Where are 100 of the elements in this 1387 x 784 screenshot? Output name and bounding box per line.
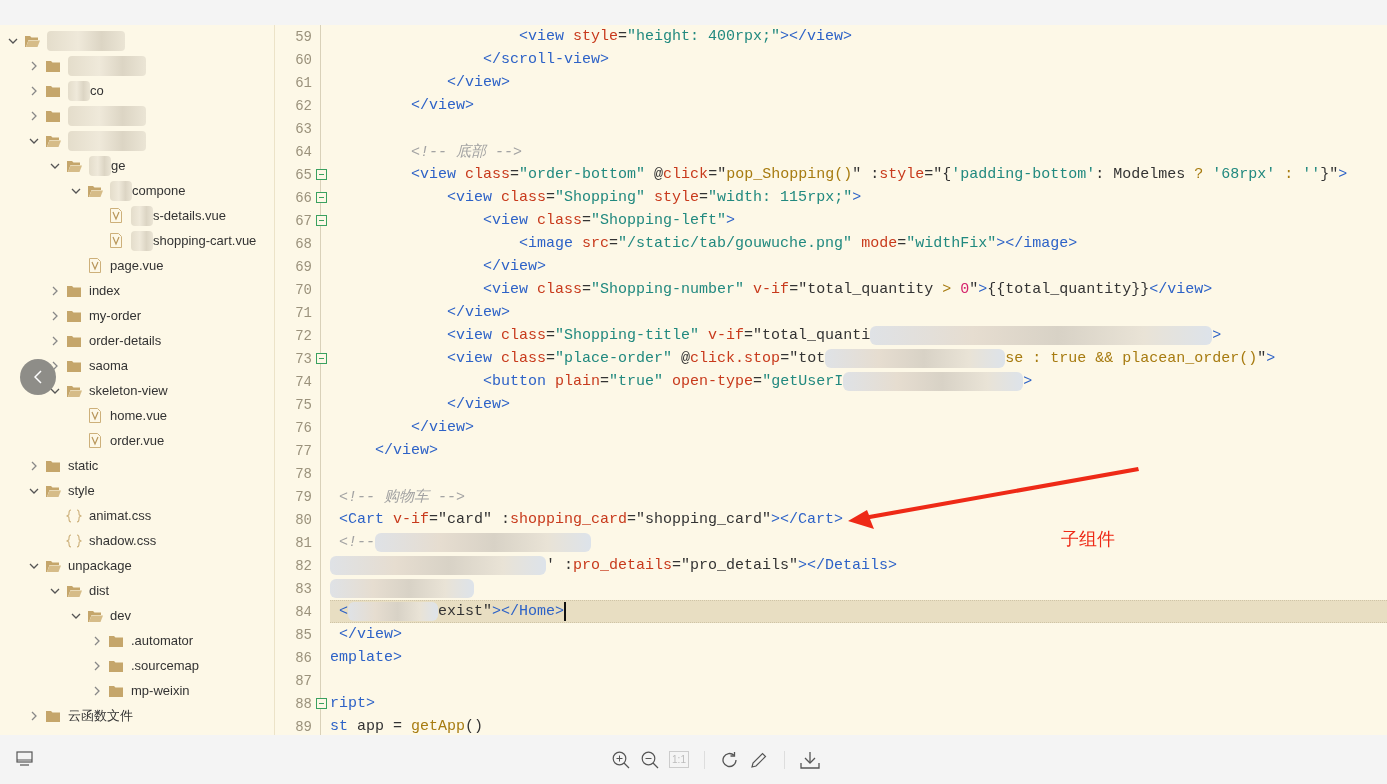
redacted-block	[110, 180, 132, 201]
code-line: <Cart v-if="card" :shopping_card="shopping_card"></Cart>	[338, 511, 844, 528]
folder-icon	[109, 684, 123, 697]
open-folder-icon	[87, 184, 103, 197]
tree-item[interactable]: unpackage	[0, 553, 274, 578]
code-text: >	[1212, 327, 1222, 344]
tree-item[interactable]: style	[0, 478, 274, 503]
zoom-out-button[interactable]	[640, 749, 661, 770]
vue-file-icon	[110, 233, 122, 248]
folder-icon	[46, 84, 60, 97]
code-line: <view style="height: 400rpx;"></view>	[518, 28, 853, 45]
chevron-down-icon	[50, 162, 60, 169]
folder-icon	[46, 459, 60, 472]
tree-item[interactable]: dist	[0, 578, 274, 603]
chevron-right-icon	[31, 710, 37, 721]
tree-item[interactable]: compone	[0, 178, 274, 203]
tree-item[interactable]: mp-weixin	[0, 678, 274, 703]
tree-item[interactable]: ge	[0, 153, 274, 178]
tree-item[interactable]: static	[0, 453, 274, 478]
chevron-right-icon	[94, 685, 100, 696]
chevron-right-icon	[31, 85, 37, 96]
line-number: 77	[294, 442, 312, 459]
line-number: 62	[294, 97, 312, 114]
tree-item[interactable]: dev	[0, 603, 274, 628]
open-folder-icon	[66, 584, 82, 597]
vue-file-icon	[89, 433, 101, 448]
fold-icon[interactable]	[315, 353, 327, 364]
folder-icon	[67, 359, 81, 372]
tree-item[interactable]: shadow.css	[0, 528, 274, 553]
folder-icon	[67, 334, 81, 347]
open-folder-icon	[45, 559, 61, 572]
chevron-right-icon	[31, 60, 37, 71]
line-number: 65	[294, 166, 312, 183]
tree-item[interactable]: order-details	[0, 328, 274, 353]
chevron-right-icon	[31, 110, 37, 121]
folder-icon	[46, 109, 60, 122]
line-number: 86	[294, 649, 312, 666]
download-button[interactable]	[799, 749, 820, 770]
chevron-down-icon	[29, 562, 39, 569]
line-number: 59	[294, 28, 312, 45]
css-file-icon	[66, 533, 82, 548]
code-line: ript>	[330, 695, 375, 712]
code-line: </view>	[446, 396, 511, 413]
tree-item[interactable]: 云函数文件	[0, 703, 274, 728]
folder-icon	[109, 634, 123, 647]
chevron-right-icon	[94, 660, 100, 671]
code-line: emplate>	[330, 649, 402, 666]
tree-item[interactable]: home.vue	[0, 403, 274, 428]
fold-icon[interactable]	[315, 169, 327, 180]
code-text: <view class="place-order" @click.stop="tot	[446, 350, 826, 367]
fold-icon[interactable]	[315, 215, 327, 226]
line-number: 76	[294, 419, 312, 436]
redacted-block	[131, 230, 153, 251]
code-line: <view class="Shopping-left">	[482, 212, 736, 229]
tree-item[interactable]: shopping-cart.vue	[0, 228, 274, 253]
tree-item[interactable]: order.vue	[0, 428, 274, 453]
chevron-down-icon	[8, 37, 18, 44]
code-line: <view class="order-bottom" @click="pop_Shopping()" :style="{'padding-bottom': Modelmes ? '68rpx' : ''}">	[410, 166, 1348, 183]
line-number: 69	[294, 258, 312, 275]
fold-icon[interactable]	[315, 698, 327, 709]
code-line: <!-- 购物车 -->	[338, 487, 465, 506]
fold-icon[interactable]	[315, 192, 327, 203]
tree-item[interactable]: page.vue	[0, 253, 274, 278]
chevron-down-icon	[71, 187, 81, 194]
line-number: 72	[294, 327, 312, 344]
line-number: 79	[294, 488, 312, 505]
tree-item[interactable]: animat.css	[0, 503, 274, 528]
folder-icon	[46, 59, 60, 72]
code-line: <!-- 底部 -->	[410, 142, 523, 161]
tree-item[interactable]: skeleton-view	[0, 378, 274, 403]
redacted-block	[89, 155, 111, 176]
open-folder-icon	[45, 134, 61, 147]
tree-item[interactable]: saoma	[0, 353, 274, 378]
zoom-in-button[interactable]	[611, 749, 632, 770]
redacted-block	[68, 80, 90, 101]
chevron-down-icon	[29, 487, 39, 494]
tree-item[interactable]: index	[0, 278, 274, 303]
code-text: <!--	[338, 534, 375, 551]
vue-file-icon	[110, 208, 122, 223]
line-number: 64	[294, 143, 312, 160]
line-number: 74	[294, 373, 312, 390]
chevron-right-icon	[31, 460, 37, 471]
code-line: <image src="/static/tab/gouwuche.png" mode="widthFix"></image>	[518, 235, 1078, 252]
folder-icon	[109, 659, 123, 672]
line-number: 87	[294, 672, 312, 689]
screen-icon[interactable]	[16, 751, 33, 766]
folder-icon	[46, 709, 60, 722]
previous-button[interactable]	[20, 359, 56, 395]
code-text: >	[1023, 373, 1033, 390]
tree-item[interactable]: s-details.vue	[0, 203, 274, 228]
line-number: 68	[294, 235, 312, 252]
line-number: 85	[294, 626, 312, 643]
tree-item[interactable]: .automator	[0, 628, 274, 653]
tree-item[interactable]: co	[0, 78, 274, 103]
chevron-down-icon	[50, 587, 60, 594]
tree-item[interactable]: .sourcemap	[0, 653, 274, 678]
open-folder-icon	[66, 384, 82, 397]
line-number: 66	[294, 189, 312, 206]
tree-item[interactable]: my-order	[0, 303, 274, 328]
rotate-button[interactable]	[719, 749, 740, 770]
